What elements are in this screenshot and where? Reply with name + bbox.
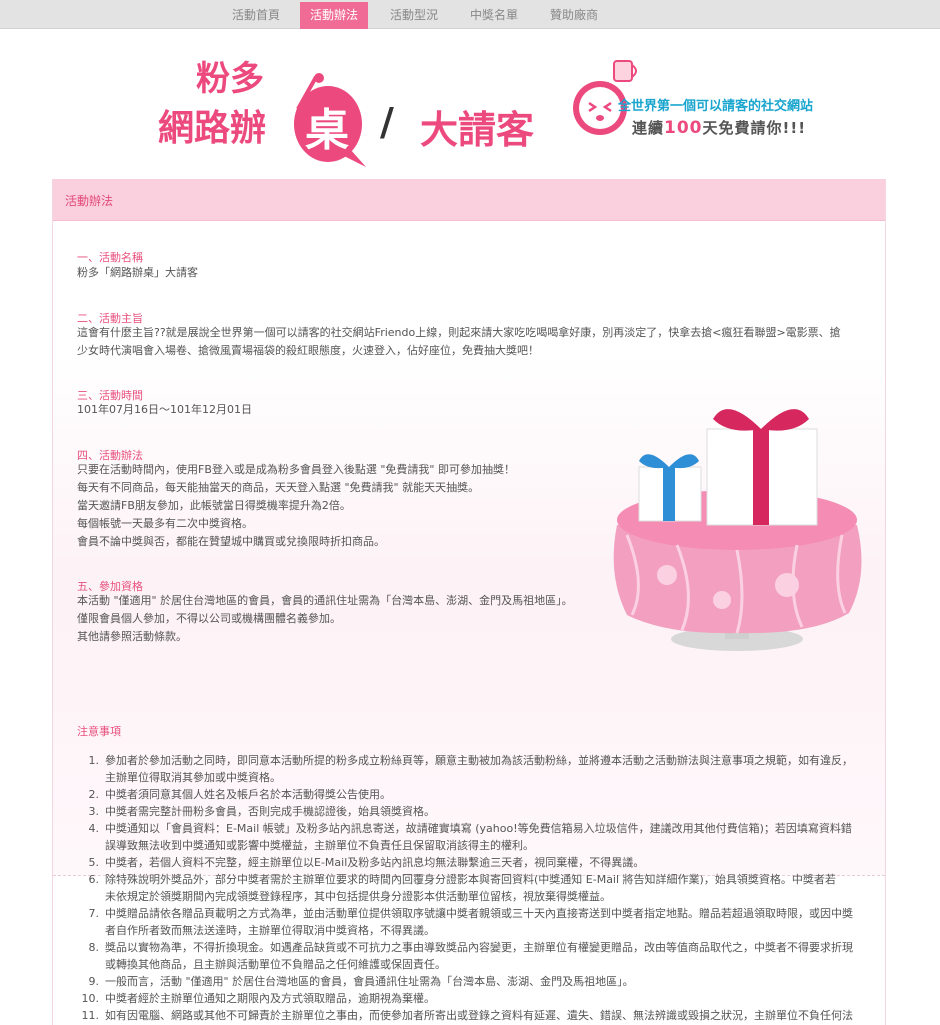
note-line: 未依規定於領獎期間內完成領獎登錄程序，其中包括提供身分證影本供活動單位留核，視放… [105, 890, 611, 903]
section-text: 每個帳號一天最多有二次中獎資格。 [77, 517, 253, 530]
nav-tab-home[interactable]: 活動首頁 [220, 2, 292, 29]
section-text: 這會有什麼主旨??就是展說全世界第一個可以請客的社交網站Friendo上線，則起… [77, 326, 841, 339]
note-item: 1. 參加者於參加活動之同時，即同意本活動所提的粉多成立粉絲頁等，願意主動被加為該… [71, 752, 877, 786]
section-text: 本活動 "僅適用" 於居住台灣地區的會員，會員的通訊住址需為「台灣本島、澎湖、金… [77, 594, 573, 607]
top-nav: 活動首頁 活動辦法 活動型況 中獎名單 贊助廠商 [0, 0, 940, 29]
note-item: 10. 中獎者經於主辦單位通知之期限內及方式領取贈品，逾期視為棄權。 [71, 990, 877, 1007]
note-line: 如有因電腦、網路或其他不可歸責於主辦單位之事由，而使參加者所寄出或登錄之資料有延… [105, 1009, 853, 1022]
note-number: 9. [88, 975, 100, 988]
tagline-post: 天免費請你!!! [702, 119, 807, 137]
note-line: 或轉換其他商品，且主辦與活動單位不負贈品之任何維護或保固責任。 [105, 958, 446, 971]
note-line: 中獎者，若個人資料不完整，經主辦單位以E-Mail及粉多站內訊息均無法聯繫逾三天… [105, 856, 645, 869]
event-banner: 粉多 網路辦 桌 / 大請客 全世界第一個可以請客的社交網站 連續100天免費請… [0, 29, 940, 179]
note-number: 8. [88, 941, 100, 954]
note-number: 3. [88, 805, 100, 818]
section-text: 當天邀請FB朋友參加，此帳號當日得獎機率提升為2倍。 [77, 499, 351, 512]
note-item: 8. 獎品以實物為準，不得折換現金。如遇產品缺貨或不可抗力之事由導致獎品內容變更，… [71, 939, 877, 973]
note-item: 4. 中獎通知以「會員資料：E-Mail 帳號」及粉多站內訊息寄送，故請確實填寫 … [71, 820, 877, 854]
section-text: 少女時代演唱會入場卷、搶微風賣場福袋的殺紅眼態度，火速登入，佔好座位，免費抽大獎… [77, 344, 539, 357]
note-line: 獎品以實物為準，不得折換現金。如遇產品缺貨或不可抗力之事由導致獎品內容變更，主辦… [105, 941, 853, 954]
note-item: 3. 中獎者需完整計冊粉多會員，否則完成手機認證後，始具領獎資格。 [71, 803, 877, 820]
note-line: 中獎者須同意其個人姓名及帳戶名於本活動得獎公告使用。 [105, 788, 391, 801]
note-number: 2. [88, 788, 100, 801]
section-text: 會員不論中獎與否，都能在贊望城中購買或兌換限時折扣商品。 [77, 535, 385, 548]
nav-tab-status[interactable]: 活動型況 [376, 2, 452, 29]
banner-subtitle: 全世界第一個可以請客的社交網站 [618, 99, 814, 114]
banner-line1: 粉多 [196, 59, 264, 99]
banner-big-char: 桌 [305, 105, 349, 156]
note-line: 者自作所者致而無法送達時，主辦單位得取消中獎資格，不得異議。 [105, 924, 435, 937]
section-text: 其他請參照活動條款。 [77, 630, 187, 643]
nav-tab-winners[interactable]: 中獎名單 [456, 2, 532, 29]
note-number: 6. [88, 873, 100, 886]
note-line: 參加者於參加活動之同時，即同意本活動所提的粉多成立粉絲頁等，願意主動被加為該活動… [105, 754, 853, 767]
note-item: 2. 中獎者須同意其個人姓名及帳戶名於本活動得獎公告使用。 [71, 786, 877, 803]
note-item: 7. 中獎贈品請依各贈品頁載明之方式為準，並由活動單位提供領取序號讓中獎者親領或三… [71, 905, 877, 939]
section-text: 每天有不同商品，每天能抽當天的商品，天天登入點選 "免費請我" 就能天天抽獎。 [77, 481, 480, 494]
note-line: 中獎者需完整計冊粉多會員，否則完成手機認證後，始具領獎資格。 [105, 805, 435, 818]
section-text: 僅限會員個人參加，不得以公司或機構團體名義參加。 [77, 612, 341, 625]
gift-table-icon [613, 409, 862, 651]
note-item: 11. 如有因電腦、網路或其他不可歸責於主辦單位之事由，而使參加者所寄出或登錄之資… [71, 1007, 877, 1024]
note-line: 中獎通知以「會員資料：E-Mail 帳號」及粉多站內訊息寄送，故請確實填寫 (y… [105, 822, 852, 835]
section-text: 只要在活動時間內，使用FB登入或是成為粉多會員登入後點選 "免費請我" 即可參加… [77, 463, 515, 476]
banner-line2: 網路辦 [158, 107, 267, 149]
tagline-highlight: 100 [664, 118, 703, 138]
note-line: 主辦單位得取消其參加或中獎資格。 [105, 771, 281, 784]
banner-slash: / [380, 99, 394, 144]
rules-panel: 活動辦法 一、活動名稱 粉多「網路辦桌」大請客 二、活動主旨 這會有什麼主旨??… [52, 179, 886, 1025]
section-text: 101年07月16日～101年12月01日 [77, 403, 252, 416]
section-text: 粉多「網路辦桌」大請客 [77, 266, 198, 279]
note-line: 一般而言，活動 "僅適用" 於居住台灣地區的會員，會員通訊住址需為「台灣本島、澎… [105, 975, 634, 988]
note-number: 4. [88, 822, 100, 835]
note-line: 中獎者經於主辦單位通知之期限內及方式領取贈品，逾期視為棄權。 [105, 992, 435, 1005]
note-number: 10. [81, 992, 100, 1005]
note-number: 1. [88, 754, 100, 767]
nav-tab-sponsors[interactable]: 贊助廠商 [536, 2, 612, 29]
note-item: 5. 中獎者，若個人資料不完整，經主辦單位以E-Mail及粉多站內訊息均無法聯繫逾… [71, 854, 877, 871]
section-title-name: 一、活動名稱 [77, 251, 143, 264]
notes-title: 注意事項 [77, 725, 121, 738]
note-line: 中獎贈品請依各贈品頁載明之方式為準，並由活動單位提供領取序號讓中獎者親領或三十天… [105, 907, 853, 920]
note-number: 5. [88, 856, 100, 869]
nav-tab-rules[interactable]: 活動辦法 [300, 2, 368, 29]
note-number: 11. [81, 1009, 100, 1022]
note-line: 除特殊說明外獎品外，部分中獎者需於主辦單位要求的時間內回覆身分證影本與寄回資料(… [105, 873, 836, 886]
banner-tail: 大請客 [420, 107, 535, 152]
panel-title: 活動辦法 [65, 194, 114, 208]
panel-header: 活動辦法 [53, 179, 885, 221]
note-item: 6. 除特殊說明外獎品外，部分中獎者需於主辦單位要求的時間內回覆身分證影本與寄回資… [71, 871, 877, 905]
note-line: 誤導致無法收到中獎通知或影響中獎權益，主辦單位不負責任且保留取消該得主的權利。 [105, 839, 534, 852]
tagline-pre: 連續 [632, 119, 665, 137]
notes-list: 1. 參加者於參加活動之同時，即同意本活動所提的粉多成立粉絲頁等，願意主動被加為該… [71, 752, 877, 1024]
note-item: 9. 一般而言，活動 "僅適用" 於居住台灣地區的會員，會員通訊住址需為「台灣本島… [71, 973, 877, 990]
banner-tagline: 連續100天免費請你!!! [632, 117, 806, 138]
note-number: 7. [88, 907, 100, 920]
